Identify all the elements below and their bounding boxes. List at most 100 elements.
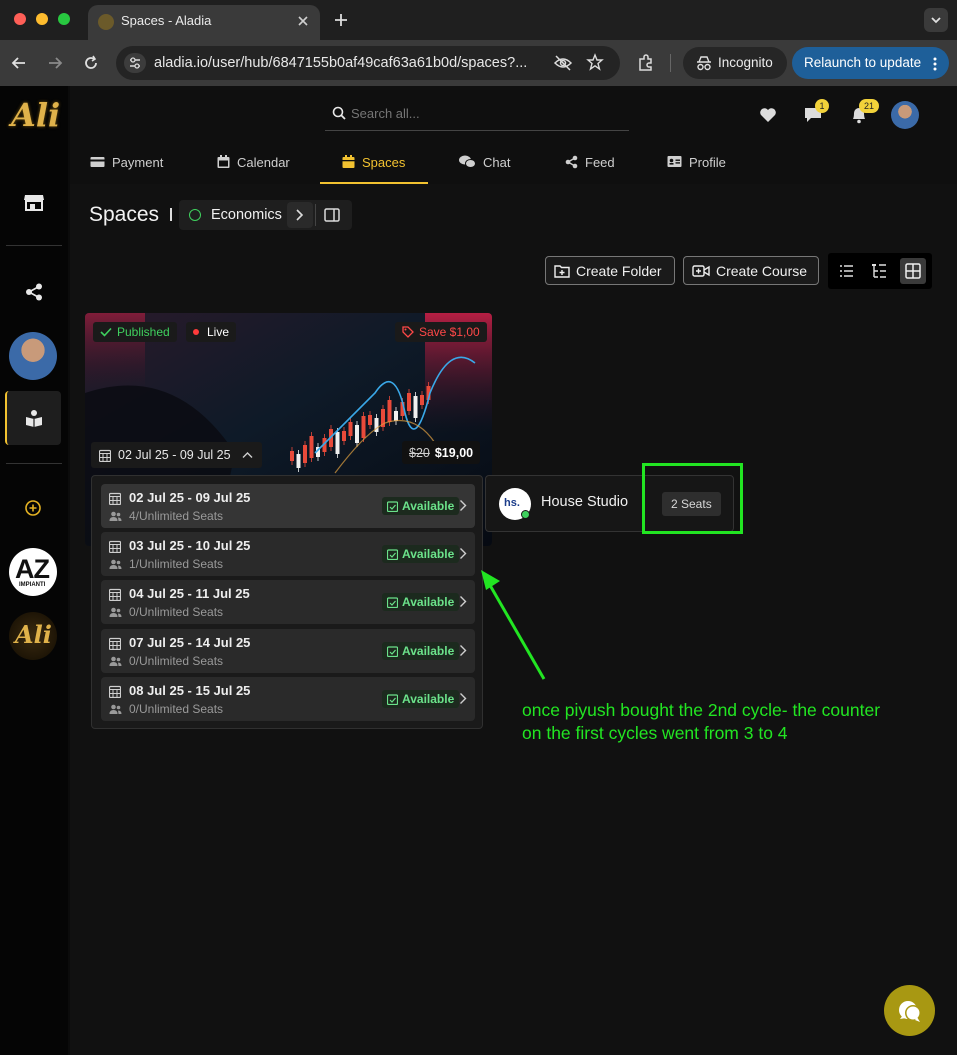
more-menu-icon[interactable] xyxy=(932,56,938,72)
chat-support-button[interactable] xyxy=(884,985,935,1036)
share-nodes-icon[interactable] xyxy=(25,283,43,301)
online-status-dot xyxy=(521,510,530,519)
cycle-row-5[interactable]: 08 Jul 25 - 15 Jul 25 0/Unlimited Seats … xyxy=(101,677,475,721)
users-icon xyxy=(109,559,122,569)
sidebar: Ali AZ IMPIANTI Ali xyxy=(0,86,68,1055)
users-icon xyxy=(109,511,122,521)
relaunch-button[interactable]: Relaunch to update xyxy=(792,47,949,79)
new-tab-icon[interactable] xyxy=(332,11,350,29)
cycle-seats: 0/Unlimited Seats xyxy=(129,702,224,716)
tab-feed[interactable]: Feed xyxy=(565,148,645,184)
breadcrumb-economics[interactable]: Economics xyxy=(211,207,282,223)
header-avatar[interactable] xyxy=(891,101,919,129)
calendar-check-icon xyxy=(387,548,398,560)
aladia-space-logo[interactable]: Ali xyxy=(9,612,57,660)
tab-profile[interactable]: Profile xyxy=(667,148,757,184)
az-impianti-logo[interactable]: AZ IMPIANTI xyxy=(9,548,57,596)
chevron-right-icon xyxy=(460,500,467,511)
sidebar-divider-2 xyxy=(6,463,62,464)
cycle-seats: 0/Unlimited Seats xyxy=(129,654,224,668)
tab-calendar[interactable]: Calendar xyxy=(217,148,309,184)
cycle-seats: 4/Unlimited Seats xyxy=(129,509,224,523)
eye-off-icon[interactable] xyxy=(553,54,573,72)
grid-view-button[interactable] xyxy=(900,258,926,284)
add-circle-icon[interactable] xyxy=(24,499,42,517)
tab-payment[interactable]: Payment xyxy=(90,148,182,184)
old-price: $20 xyxy=(409,445,430,460)
search-bar[interactable] xyxy=(325,103,629,131)
available-badge: Available xyxy=(382,545,460,563)
back-icon[interactable] xyxy=(10,54,28,72)
user-avatar[interactable] xyxy=(9,332,57,380)
close-tab-icon[interactable] xyxy=(295,13,311,29)
available-badge: Available xyxy=(382,593,460,611)
chat-icon xyxy=(459,155,476,168)
available-badge: Available xyxy=(382,497,460,515)
forward-icon[interactable] xyxy=(46,54,64,72)
heart-icon[interactable] xyxy=(759,107,777,123)
cycle-row-2[interactable]: 03 Jul 25 - 10 Jul 25 1/Unlimited Seats … xyxy=(101,532,475,576)
chevron-right-icon xyxy=(460,645,467,656)
credit-card-icon xyxy=(90,157,105,167)
price-badge: $20 $19,00 xyxy=(402,441,481,464)
create-course-button[interactable]: Create Course xyxy=(683,256,819,285)
tab-chat[interactable]: Chat xyxy=(459,148,539,184)
minimize-window-button[interactable] xyxy=(36,13,48,25)
toolbar-divider xyxy=(670,54,671,72)
panel-toggle-icon[interactable] xyxy=(324,207,340,223)
bookmark-star-icon[interactable] xyxy=(586,53,604,71)
tree-view-icon[interactable] xyxy=(870,261,890,281)
calendar-check-icon xyxy=(387,645,398,657)
browser-tab-bar: Spaces - Aladia xyxy=(0,0,957,40)
chevron-right-icon xyxy=(460,693,467,704)
calendar-grid-icon xyxy=(99,449,111,462)
calendar-grid-icon xyxy=(109,492,121,505)
published-badge: Published xyxy=(93,322,177,342)
sidebar-item-courses[interactable] xyxy=(5,391,61,445)
breadcrumb: Economics xyxy=(179,200,352,230)
cycle-row-3[interactable]: 04 Jul 25 - 11 Jul 25 0/Unlimited Seats … xyxy=(101,580,475,624)
folder-plus-icon xyxy=(554,264,570,278)
relaunch-label: Relaunch to update xyxy=(804,55,922,70)
search-input[interactable] xyxy=(351,103,621,123)
cycle-row-1[interactable]: 02 Jul 25 - 09 Jul 25 4/Unlimited Seats … xyxy=(101,484,475,528)
zoom-window-button[interactable] xyxy=(58,13,70,25)
live-badge: Live xyxy=(186,322,237,342)
current-price: $19,00 xyxy=(434,445,474,460)
tab-search-icon[interactable] xyxy=(924,8,948,32)
search-icon xyxy=(332,106,346,120)
favicon-icon xyxy=(98,14,114,30)
close-window-button[interactable] xyxy=(14,13,26,25)
breadcrumb-next-button[interactable] xyxy=(287,202,313,228)
chevron-up-icon xyxy=(242,452,253,458)
id-card-icon xyxy=(667,156,682,167)
chevron-right-icon xyxy=(296,209,304,221)
extensions-icon[interactable] xyxy=(636,53,656,73)
book-reader-icon xyxy=(25,409,43,427)
store-icon[interactable] xyxy=(23,192,45,212)
studio-avatar: hs. xyxy=(499,488,531,520)
address-bar[interactable]: aladia.io/user/hub/6847155b0af49caf63a61… xyxy=(116,46,620,80)
browser-tab[interactable]: Spaces - Aladia xyxy=(88,5,320,40)
folder-icon xyxy=(342,155,355,168)
create-folder-button[interactable]: Create Folder xyxy=(545,256,675,285)
aladia-logo[interactable]: Ali xyxy=(11,90,60,138)
list-view-icon[interactable] xyxy=(837,261,857,281)
calendar-check-icon xyxy=(387,500,398,512)
chevron-right-icon xyxy=(460,548,467,559)
available-badge: Available xyxy=(382,642,460,660)
cycle-seats: 1/Unlimited Seats xyxy=(129,557,224,571)
chat-bubbles-icon xyxy=(899,1001,921,1022)
site-settings-icon[interactable] xyxy=(124,53,146,73)
reload-icon[interactable] xyxy=(82,54,100,72)
cycle-date-selector[interactable]: 02 Jul 25 - 09 Jul 25 xyxy=(91,442,262,468)
sidebar-divider xyxy=(6,245,62,246)
annotation-note: once piyush bought the 2nd cycle- the co… xyxy=(522,700,881,743)
incognito-button[interactable]: Incognito xyxy=(683,47,787,79)
save-badge: Save $1,00 xyxy=(395,322,487,342)
notifications-badge: 21 xyxy=(859,99,879,113)
grid-view-icon xyxy=(905,263,921,279)
cycle-row-4[interactable]: 07 Jul 25 - 14 Jul 25 0/Unlimited Seats … xyxy=(101,629,475,673)
tab-spaces[interactable]: Spaces xyxy=(320,148,428,184)
url-text: aladia.io/user/hub/6847155b0af49caf63a61… xyxy=(154,55,528,71)
